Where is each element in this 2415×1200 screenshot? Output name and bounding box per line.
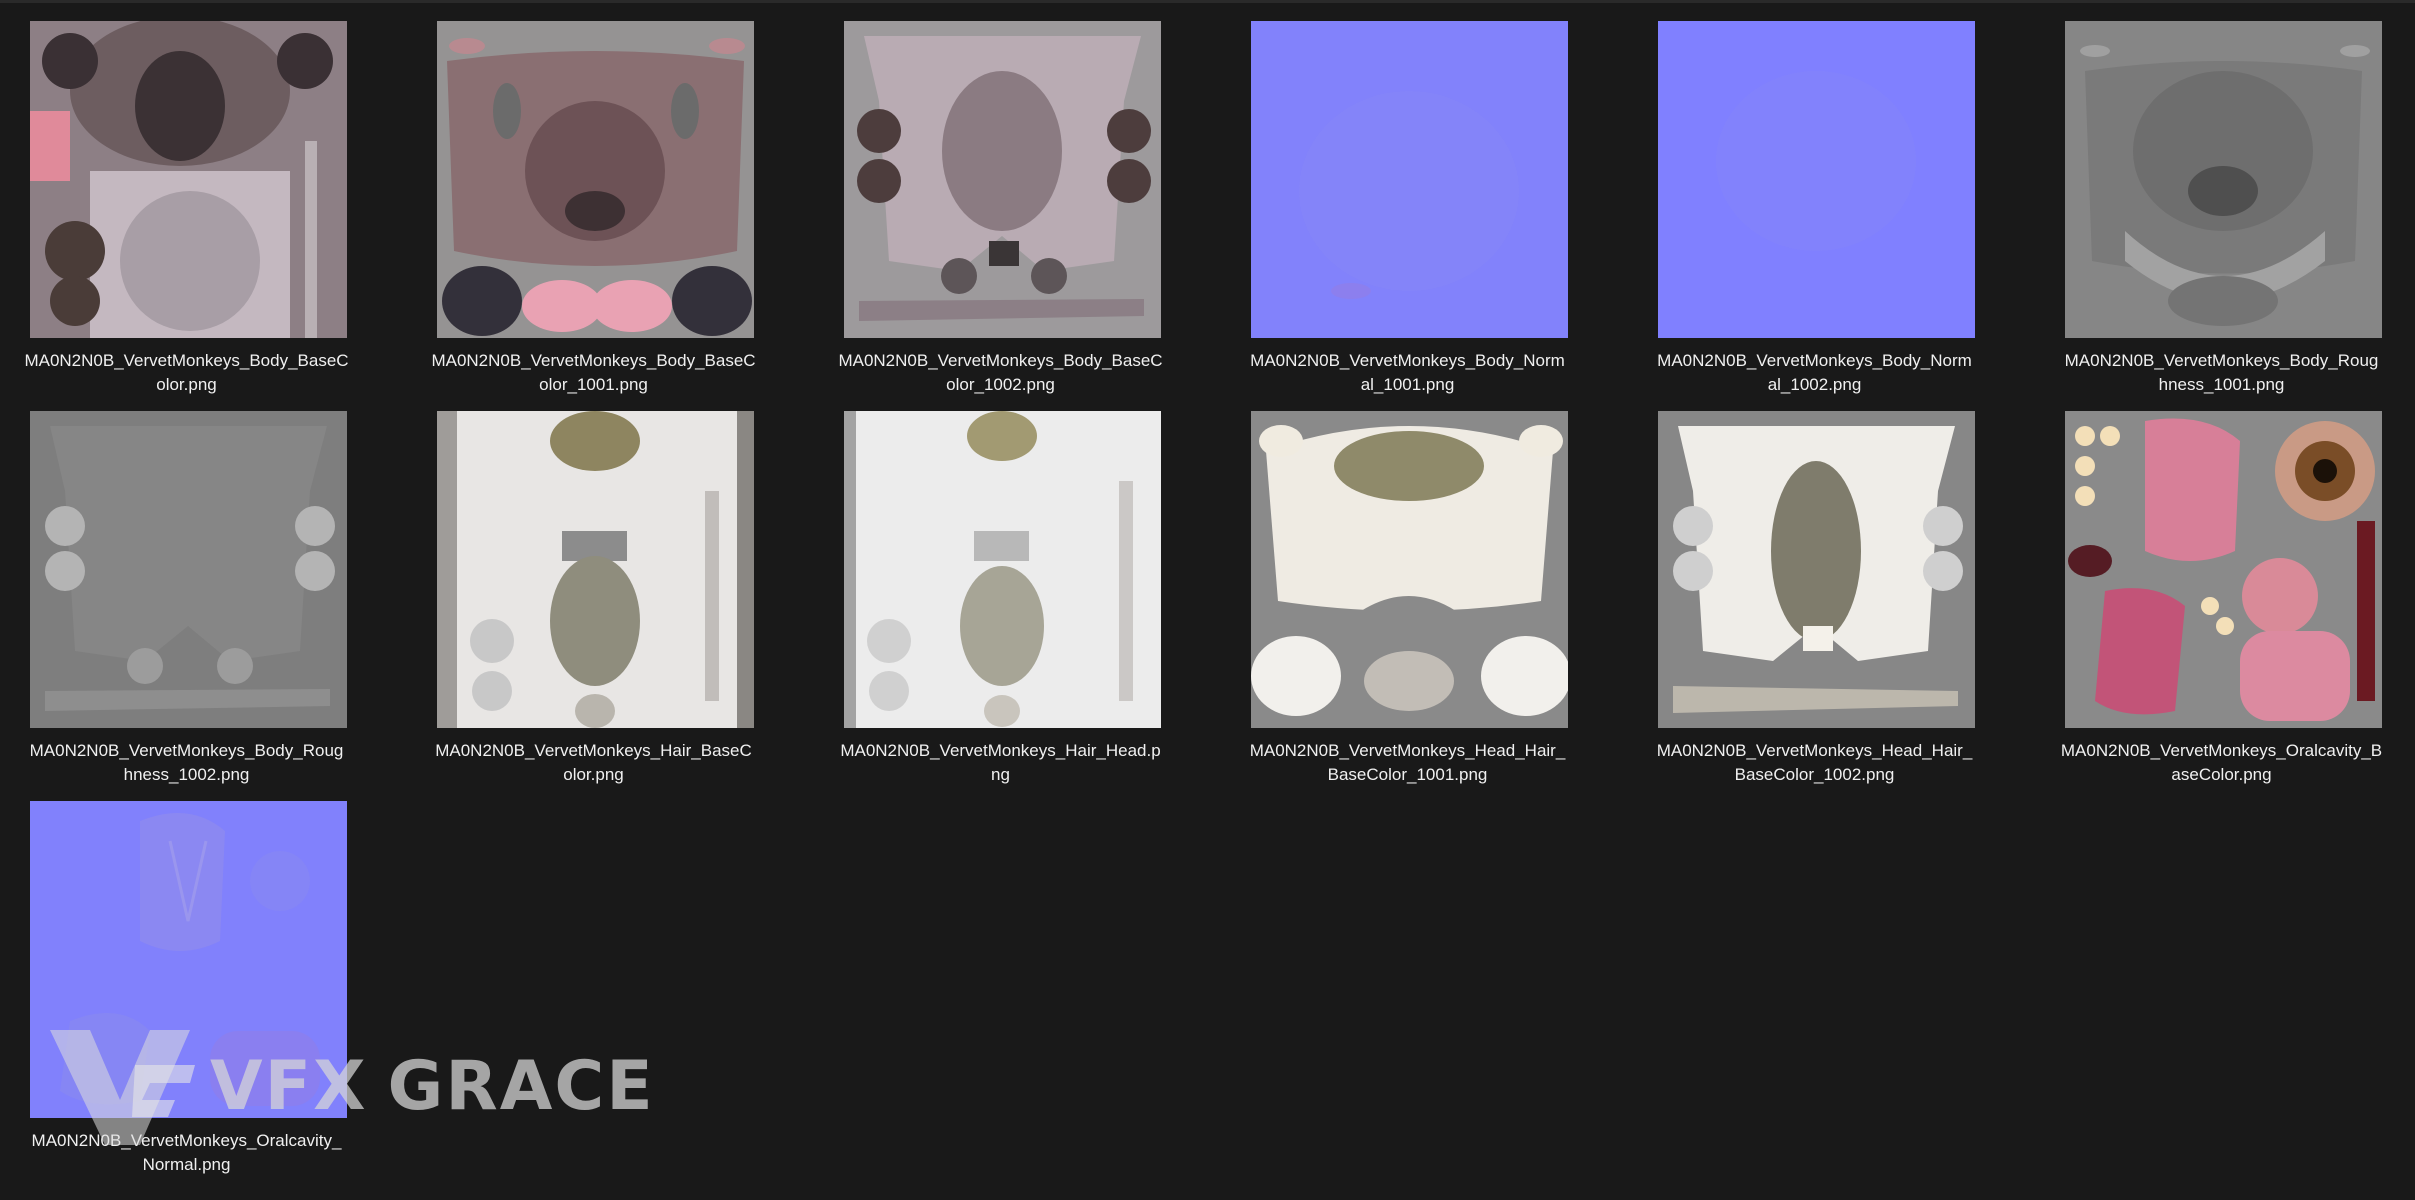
file-name-line-1: MA0N2N0B_VervetMonkeys_Oralcavity_	[31, 1131, 342, 1150]
body-roughness-1002-texture-image	[30, 411, 347, 728]
file-item[interactable]: MA0N2N0B_VervetMonkeys_Body_BaseC olor.p…	[0, 21, 390, 401]
file-name-label: MA0N2N0B_VervetMonkeys_Head_Hair_ BaseCo…	[1204, 739, 1611, 787]
file-name-line-1: MA0N2N0B_VervetMonkeys_Head_Hair_	[1249, 741, 1566, 760]
file-name-line-2: olor.png	[156, 375, 217, 394]
file-name-line-1: MA0N2N0B_VervetMonkeys_Body_BaseC	[24, 351, 349, 370]
file-name-line-1: MA0N2N0B_VervetMonkeys_Body_Roug	[29, 741, 344, 760]
file-name-line-2: al_1001.png	[1360, 375, 1455, 394]
file-thumbnail-grid: MA0N2N0B_VervetMonkeys_Body_BaseC olor.p…	[0, 0, 2415, 1200]
file-item[interactable]: MA0N2N0B_VervetMonkeys_Oralcavity_B aseC…	[2018, 411, 2415, 791]
file-name-line-2: al_1002.png	[1767, 375, 1862, 394]
file-name-line-1: MA0N2N0B_VervetMonkeys_Body_BaseC	[431, 351, 756, 370]
file-item[interactable]: MA0N2N0B_VervetMonkeys_Body_Norm al_1001…	[1204, 21, 1611, 401]
texture-thumbnail[interactable]	[844, 21, 1161, 338]
file-name-line-2: hness_1002.png	[123, 765, 250, 784]
file-name-label: MA0N2N0B_VervetMonkeys_Body_BaseC olor_1…	[797, 349, 1204, 397]
texture-thumbnail[interactable]	[30, 411, 347, 728]
body-normal-1001-texture-image	[1251, 21, 1568, 338]
file-name-line-2: hness_1001.png	[2158, 375, 2285, 394]
file-name-label: MA0N2N0B_VervetMonkeys_Head_Hair_ BaseCo…	[1611, 739, 2018, 787]
texture-thumbnail[interactable]	[1251, 411, 1568, 728]
file-item[interactable]: MA0N2N0B_VervetMonkeys_Head_Hair_ BaseCo…	[1204, 411, 1611, 791]
head-hair-basecolor-1002-texture-image	[1658, 411, 1975, 728]
body-roughness-1001-texture-image	[2065, 21, 2382, 338]
file-name-line-2: olor_1002.png	[946, 375, 1055, 394]
oralcavity-normal-texture-image	[30, 801, 347, 1118]
file-name-line-1: MA0N2N0B_VervetMonkeys_Oralcavity_B	[2060, 741, 2383, 760]
file-name-label: MA0N2N0B_VervetMonkeys_Oralcavity_ Norma…	[0, 1129, 390, 1177]
file-item[interactable]: MA0N2N0B_VervetMonkeys_Body_BaseC olor_1…	[797, 21, 1204, 401]
file-name-line-1: MA0N2N0B_VervetMonkeys_Hair_Head.p	[840, 741, 1161, 760]
file-name-line-2: BaseColor_1001.png	[1327, 765, 1488, 784]
file-item[interactable]: MA0N2N0B_VervetMonkeys_Oralcavity_ Norma…	[0, 801, 390, 1181]
file-name-line-2: aseColor.png	[2171, 765, 2272, 784]
file-name-line-2: olor.png	[563, 765, 624, 784]
texture-thumbnail[interactable]	[437, 21, 754, 338]
hair-basecolor-texture-image	[437, 411, 754, 728]
texture-thumbnail[interactable]	[1251, 21, 1568, 338]
file-name-label: MA0N2N0B_VervetMonkeys_Oralcavity_B aseC…	[2018, 739, 2415, 787]
file-item[interactable]: MA0N2N0B_VervetMonkeys_Body_Roug hness_1…	[0, 411, 390, 791]
body-basecolor-1002-texture-image	[844, 21, 1161, 338]
file-name-line-2: olor_1001.png	[539, 375, 648, 394]
texture-thumbnail[interactable]	[2065, 411, 2382, 728]
hair-head-texture-image	[844, 411, 1161, 728]
file-item[interactable]: MA0N2N0B_VervetMonkeys_Body_Roug hness_1…	[2018, 21, 2415, 401]
file-name-label: MA0N2N0B_VervetMonkeys_Body_BaseC olor_1…	[390, 349, 797, 397]
file-name-line-1: MA0N2N0B_VervetMonkeys_Body_BaseC	[838, 351, 1163, 370]
file-item[interactable]: MA0N2N0B_VervetMonkeys_Hair_Head.p ng	[797, 411, 1204, 791]
file-name-label: MA0N2N0B_VervetMonkeys_Hair_BaseC olor.p…	[390, 739, 797, 787]
file-name-line-1: MA0N2N0B_VervetMonkeys_Body_Norm	[1250, 351, 1565, 370]
file-name-line-1: MA0N2N0B_VervetMonkeys_Hair_BaseC	[435, 741, 752, 760]
texture-thumbnail[interactable]	[1658, 21, 1975, 338]
file-item[interactable]: MA0N2N0B_VervetMonkeys_Head_Hair_ BaseCo…	[1611, 411, 2018, 791]
file-name-line-1: MA0N2N0B_VervetMonkeys_Body_Roug	[2064, 351, 2379, 370]
texture-thumbnail[interactable]	[844, 411, 1161, 728]
file-name-line-2: ng	[991, 765, 1010, 784]
texture-thumbnail[interactable]	[437, 411, 754, 728]
file-name-label: MA0N2N0B_VervetMonkeys_Body_BaseC olor.p…	[0, 349, 390, 397]
file-name-label: MA0N2N0B_VervetMonkeys_Hair_Head.p ng	[797, 739, 1204, 787]
texture-thumbnail[interactable]	[30, 21, 347, 338]
file-name-line-2: Normal.png	[142, 1155, 231, 1174]
file-name-line-2: BaseColor_1002.png	[1734, 765, 1895, 784]
file-name-label: MA0N2N0B_VervetMonkeys_Body_Norm al_1001…	[1204, 349, 1611, 397]
file-item[interactable]: MA0N2N0B_VervetMonkeys_Body_Norm al_1002…	[1611, 21, 2018, 401]
file-item[interactable]: MA0N2N0B_VervetMonkeys_Body_BaseC olor_1…	[390, 21, 797, 401]
texture-thumbnail[interactable]	[30, 801, 347, 1118]
body-basecolor-texture-image	[30, 21, 347, 338]
texture-thumbnail[interactable]	[2065, 21, 2382, 338]
file-name-line-1: MA0N2N0B_VervetMonkeys_Head_Hair_	[1656, 741, 1973, 760]
body-basecolor-1001-texture-image	[437, 21, 754, 338]
oralcavity-basecolor-texture-image	[2065, 411, 2382, 728]
file-name-label: MA0N2N0B_VervetMonkeys_Body_Roug hness_1…	[2018, 349, 2415, 397]
head-hair-basecolor-1001-texture-image	[1251, 411, 1568, 728]
file-name-line-1: MA0N2N0B_VervetMonkeys_Body_Norm	[1657, 351, 1972, 370]
texture-thumbnail[interactable]	[1658, 411, 1975, 728]
file-item[interactable]: MA0N2N0B_VervetMonkeys_Hair_BaseC olor.p…	[390, 411, 797, 791]
file-name-label: MA0N2N0B_VervetMonkeys_Body_Roug hness_1…	[0, 739, 390, 787]
body-normal-1002-texture-image	[1658, 21, 1975, 338]
file-name-label: MA0N2N0B_VervetMonkeys_Body_Norm al_1002…	[1611, 349, 2018, 397]
